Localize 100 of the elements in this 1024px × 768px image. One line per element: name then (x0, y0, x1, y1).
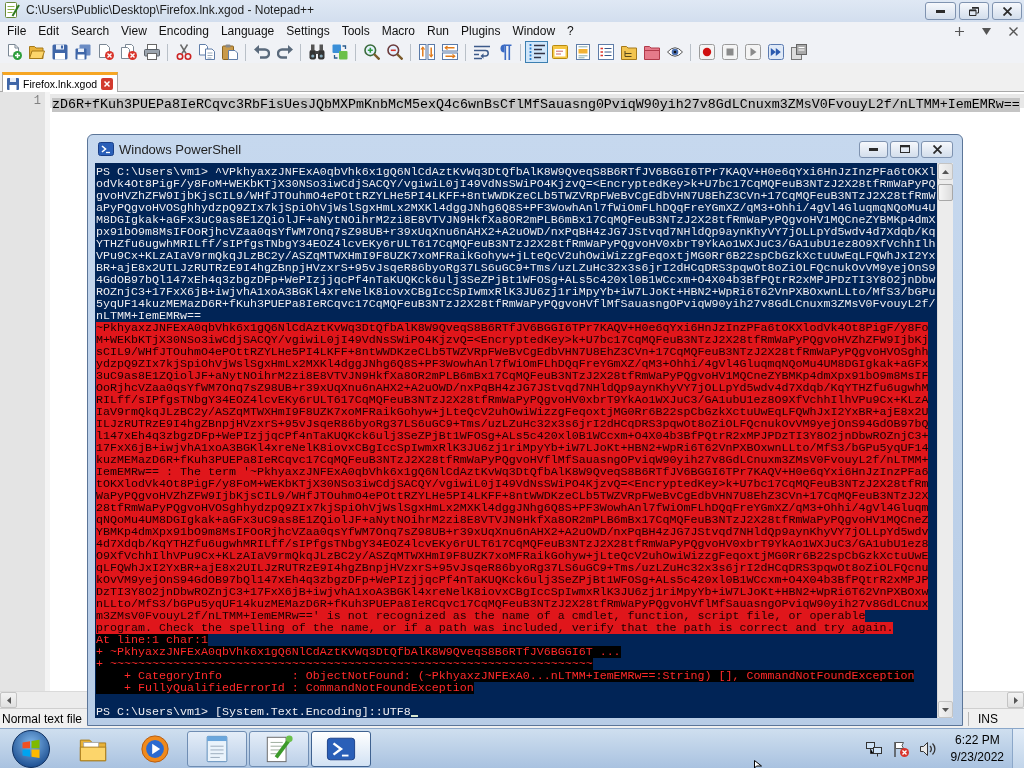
close-icon[interactable] (1009, 27, 1018, 36)
start-orb-icon[interactable] (12, 729, 50, 768)
redo-icon[interactable] (277, 44, 293, 60)
notepad-pen-icon (4, 2, 20, 18)
zoom-in-icon[interactable] (364, 44, 380, 60)
scrollbar-track[interactable] (0, 691, 87, 708)
error-text: program. Check the spelling of the name, or if a path was included, verify that the path is correct and try again. (96, 622, 894, 634)
sync-horizontal-icon[interactable] (442, 44, 458, 60)
error-text: At line:1 char:1 (96, 634, 208, 646)
eye-icon[interactable] (667, 44, 683, 60)
menu-item[interactable]: Plugins (455, 23, 507, 40)
menu-item[interactable]: Search (65, 23, 116, 40)
error-text: 3uC9as8E1ZQiolJF+aNytNOihrM2zi8E8VTVJN9HkfXa8OR2mPLB6mBx17CqMQFeuB3NTzJ2X28tfRmWaPyPQgvoHV1MQCneZYBMKp4dmXpx91bO9m8MsIF (96, 370, 929, 382)
stop-icon[interactable] (722, 44, 738, 60)
printer-icon[interactable] (144, 44, 160, 60)
error-text: WaPyPQgvoHVZhZFW9IjbKjsCIL9/WHfJTOuhmO4ePOttRZYLHe5PI4LKFF+8ntWWDKzeCLb5TWZVRpFWeBvCgEdbVHN7U8EhZ3CVn+17CqMQFeuB3NTzJ2X (96, 490, 929, 502)
console-text: ROZnjC3+17FxX6jB+iwjvhA1xoA3BGKl4xreNelK8iovxCBgIccSpIwmxRlK3JU6zj1riMpyYb+iW7LJoKt+HBN2+WpRi6T62VnPXBOxwnLLto/MfS3/bGPu (96, 286, 936, 298)
close-icon (1002, 6, 1012, 16)
scroll-left-button[interactable] (0, 692, 17, 708)
status-text: Normal text file (1, 711, 83, 726)
status-mode: INS (968, 711, 1024, 726)
speaker-icon[interactable] (919, 740, 936, 757)
window-title: Windows PowerShell (119, 141, 242, 157)
play-icon[interactable] (745, 44, 761, 60)
mouse-pointer-icon (754, 760, 762, 768)
error-text: ILJzRUTRzE9I4hgZBnpjHVzxrS+95vJsqeR86byoRg37LS6uGC9+Tms/uzLZuHc32x3s6jrI2dHCqDRS3pqwOt8oZiOLFQcnukOvVM9yejOnS94GdOB97bQ (96, 418, 929, 430)
error-text: qLFQWhJxI2YxBR+ajE8x2UILJzRUTRzE9I4hgZBnpjHVzxrS+95vJsqeR86byoRg37LS6uGC9+Tms/uzLZuHc32x3s6jrI2dHCqDRS3pqwOt8oZiOLFQcnu (96, 562, 929, 574)
word-wrap-icon[interactable] (474, 44, 490, 60)
error-text: 17FxX6jB+iwjvhA1xoA3BGKl4xreNelK8iovxCBgIccSpIwmxRlK3JU6zj1riMpyYb+iW7LJoKt+HBN2+WpRi6T62VnPXBOxwnLLto/MfS3/bGPu5yqUF14 (96, 442, 929, 454)
console-text: odVk4Ot8PigF/y8FoM+WEKbKTjX30NSo3iwCdjSACQY/vgiwiL0jI49VdNsSWiPO4KjzvQ=<EncryptedKey>k+U7bc17CqMQFeuB3NTzJ2X28tfRmWaPyPQ (96, 178, 936, 190)
file-tab[interactable]: Firefox.lnk.xgod (2, 72, 119, 92)
scroll-right-button[interactable] (1007, 692, 1024, 708)
panel-icon[interactable] (552, 44, 568, 60)
stacked-documents-icon[interactable] (791, 44, 807, 60)
zoom-out-icon[interactable] (387, 44, 403, 60)
open-folder-icon[interactable] (29, 44, 45, 60)
maximize-icon (899, 145, 910, 153)
floppy-disks-icon[interactable] (75, 44, 91, 60)
scrollbar-track[interactable] (937, 163, 953, 718)
close-icon[interactable] (101, 77, 114, 90)
record-icon[interactable] (699, 44, 715, 60)
restore-button[interactable] (959, 2, 989, 20)
network-icon[interactable] (865, 740, 882, 757)
menu-item[interactable]: Encoding (152, 23, 215, 40)
clipboard-icon[interactable] (222, 44, 238, 60)
scroll-up-button[interactable] (938, 163, 953, 180)
new-file-icon[interactable] (6, 44, 22, 60)
console-text: VPu9Cx+KLzAIaV9rmQkqJLzBC2y/ASZqMTWXHmI9F8UZK7xoMFRaikGohyw+jLteQcV2uhOwiWizzgFeqoxtjMG0Rr6B22spCbGzkXctuUwEqLFQWhJxI2Yx (96, 250, 936, 262)
taskbar-button[interactable] (187, 730, 247, 767)
menu-item[interactable]: View (115, 23, 153, 40)
scroll-down-button[interactable] (938, 701, 953, 718)
fast-forward-icon[interactable] (768, 44, 784, 60)
taskbar-button[interactable] (311, 730, 371, 767)
error-text: 28tfRmWaPyPQgvoHVOSghhydzpQ9ZIx7kjSpiOhVjWslSgxHmLx2MXKl4dggJNhg6Q8S+PF3WowhAnl7fWiOmFLhDQqFreYGmXZ/qM3+Ohhi/4gVl4Gluqm (96, 502, 929, 514)
notepad-pen-icon (264, 733, 294, 764)
scrollbar-thumb[interactable] (938, 184, 953, 201)
minimize-button[interactable] (925, 2, 956, 20)
scrollbar-track[interactable] (963, 691, 1024, 708)
binoculars-icon[interactable] (309, 44, 325, 60)
caret-down-icon[interactable] (982, 28, 991, 35)
swap-icon[interactable] (332, 44, 348, 60)
menu-item[interactable]: Edit (32, 23, 66, 40)
document-map-icon[interactable] (575, 44, 591, 60)
close-button[interactable] (921, 140, 953, 158)
sync-vertical-icon[interactable] (419, 44, 435, 60)
flag-error-icon[interactable] (892, 740, 909, 757)
taskbar-button[interactable] (249, 730, 309, 767)
folder-tree-icon[interactable] (621, 44, 637, 60)
console-text: nLTMM+IemEMRw== (96, 310, 201, 322)
undo-icon[interactable] (254, 44, 270, 60)
error-text: qNQoMu4UM8DGIgkak+aGFx3uC9as8E1ZQiolJF+aNytNOihrM2zi8E8VTVJN9HkfXa8OR2mPLB6mBx17CqMQFeuB3NTzJ2X28tfRmWaPyPQgvoHV1MQCneZ (96, 514, 929, 526)
copy-icon[interactable] (199, 44, 215, 60)
indent-guide-icon[interactable] (525, 41, 548, 63)
console-text: PS C:\Users\vm1> ^VPkhyaxzJNFExA0qbVhk6x1gQ6NlCdAztKvWq3DtQfbAlK8W9QveqS8B6RTfJV6BGGI6TPr7KAQV+H0e6qYxi6HnJzInzPFa6tOKXl (96, 166, 936, 178)
minimize-button[interactable] (859, 140, 888, 158)
plus-icon[interactable] (955, 27, 964, 36)
console-text: px91bO9m8MsIFOoRjhcVZaa0qsYfWM7Onq7sZ98UB+r39xUqXnu6nAHX2+A2uOWD/nxPqBH4zJG7JStvqd7NHldQp9aynKhyVY7jOLLpYd5wdv4d7Xdqb/Kq (96, 226, 936, 238)
error-text: sCIL9/WHfJTOuhmO4ePOttRZYLHe5PI4LKFF+8ntWWDKzeCLb5TWZVRpFWeBvCgEdbVHN7U8EhZ3CVn+17CqMQFeuB3NTzJ2X28tfRmWaPyPQgvoHVOSghh (96, 346, 929, 358)
close-icon (932, 144, 942, 154)
pilcrow-icon[interactable] (497, 44, 513, 60)
menu-item[interactable]: Macro (375, 23, 421, 40)
error-text: 4d7Xdqb/KqYTHZfu6ugwhMRILff/sIPfgsTNbgY34EOZ4lcvEKy6rULT617CqMQFeuB3NTzJ2X28tfRmWaPyPQgvoHV0xbrT9YkAo1WXJuC3/GA1ubU1ez8 (96, 538, 929, 550)
menu-item[interactable]: Run (421, 23, 456, 40)
menu-item[interactable]: Settings (280, 23, 336, 40)
menu-item[interactable]: ? (561, 23, 580, 40)
folder-icon[interactable] (644, 44, 660, 60)
menu-item[interactable]: Window (506, 23, 562, 40)
close-button[interactable] (992, 2, 1022, 20)
console-text: gvoHVZhZFW9IjbKjsCIL9/WHfJTOuhmO4ePOttRZYLHe5PI4LKFF+8ntWWDKzeCLb5TWZVRpFWeBvCgEdbVHN7U8EhZ3CVn+17CqMQFeuB3NTzJ2X28tfRmW (96, 190, 936, 202)
scissors-icon[interactable] (176, 44, 192, 60)
documents-x-icon[interactable] (121, 44, 137, 60)
console-text: M8DGIgkak+aGFx3uC9as8E1ZQiolJF+aNytNOihrM2zi8E8VTVJN9HkfXa8OR2mPLB6mBx17CqMQFeuB3NTzJ2X28tfRmWaPyPQgvoHV1MQCneZYBMKp4dmX (96, 214, 936, 226)
menu-item[interactable]: Language (214, 23, 281, 40)
menu-item[interactable]: File (1, 23, 33, 40)
maximize-button[interactable] (890, 140, 919, 158)
error-text: kOvVM9yejOnS94GdOB97bQl147xEh4q3zbgzDFp+WePIzjjqcPf4nTaKUQKck6ulj3SeZPjBt1WFOSg+ALs5c420xl0B1WCcxm+O4X04b3BfPQtrR2xMPJP (96, 574, 929, 586)
menu-item[interactable]: Tools (335, 23, 376, 40)
bulleted-list-icon[interactable] (598, 44, 614, 60)
document-x-icon[interactable] (98, 44, 114, 60)
play-disc-icon[interactable] (140, 733, 170, 764)
